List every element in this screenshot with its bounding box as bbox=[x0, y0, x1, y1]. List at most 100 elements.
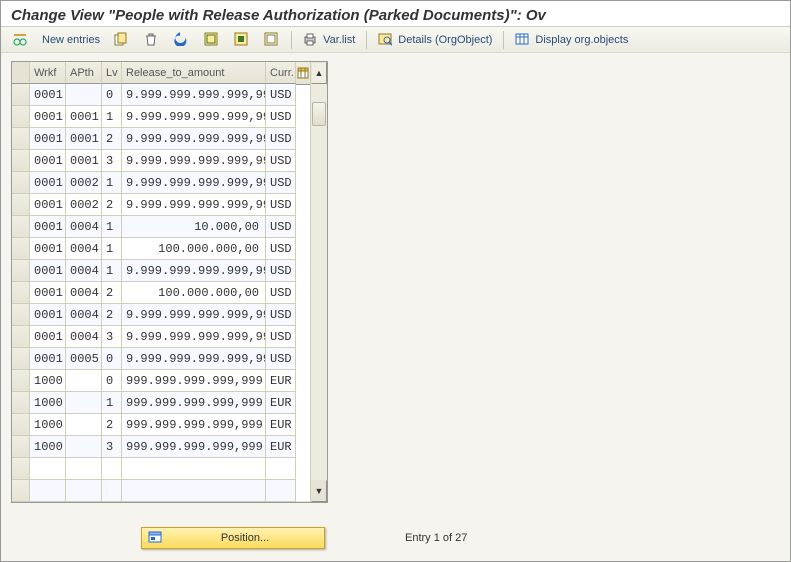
new-entries-button[interactable]: New entries bbox=[37, 28, 105, 52]
cell-wrkf[interactable]: 0001 bbox=[30, 326, 66, 348]
details-button[interactable]: Details (OrgObject) bbox=[373, 28, 497, 52]
cell-curr[interactable]: USD bbox=[266, 128, 296, 150]
table-row[interactable]: 0001000509.999.999.999.999,99USD bbox=[12, 348, 296, 370]
cell-apth[interactable] bbox=[66, 414, 102, 436]
row-selector[interactable] bbox=[12, 304, 30, 326]
scroll-up-button[interactable]: ▲ bbox=[311, 62, 327, 84]
cell-lv[interactable]: 2 bbox=[102, 282, 122, 304]
cell-apth[interactable] bbox=[66, 370, 102, 392]
cell-amount[interactable]: 9.999.999.999.999,99 bbox=[122, 260, 266, 282]
row-selector[interactable] bbox=[12, 436, 30, 458]
cell-curr[interactable]: USD bbox=[266, 216, 296, 238]
cell-apth[interactable]: 0004 bbox=[66, 304, 102, 326]
vertical-scrollbar[interactable]: ▲ ▼ bbox=[310, 62, 327, 502]
cell-wrkf[interactable]: 0001 bbox=[30, 282, 66, 304]
table-row[interactable]: 0001000419.999.999.999.999,99USD bbox=[12, 260, 296, 282]
cell-wrkf[interactable]: 0001 bbox=[30, 150, 66, 172]
cell-wrkf[interactable]: 1000 bbox=[30, 436, 66, 458]
cell-curr[interactable]: USD bbox=[266, 150, 296, 172]
cell-amount[interactable]: 9.999.999.999.999,99 bbox=[122, 348, 266, 370]
select-all-corner[interactable] bbox=[12, 62, 30, 84]
cell-wrkf[interactable]: 0001 bbox=[30, 172, 66, 194]
display-org-objects-button[interactable]: Display org.objects bbox=[510, 28, 633, 52]
cell-lv[interactable]: 1 bbox=[102, 238, 122, 260]
cell-apth[interactable]: 0001 bbox=[66, 106, 102, 128]
table-row[interactable]: 0001000219.999.999.999.999,99USD bbox=[12, 172, 296, 194]
cell-lv[interactable]: 0 bbox=[102, 370, 122, 392]
select-all-button[interactable] bbox=[199, 28, 225, 52]
cell-lv[interactable]: 1 bbox=[102, 106, 122, 128]
cell-wrkf[interactable]: 0001 bbox=[30, 348, 66, 370]
col-header-amount[interactable]: Release_to_amount bbox=[122, 62, 266, 84]
cell-curr[interactable]: EUR bbox=[266, 414, 296, 436]
cell-apth[interactable]: 0002 bbox=[66, 194, 102, 216]
cell-apth[interactable] bbox=[66, 84, 102, 106]
cell-wrkf[interactable]: 0001 bbox=[30, 194, 66, 216]
row-selector[interactable] bbox=[12, 260, 30, 282]
table-row[interactable]: 10001999.999.999.999,999EUR bbox=[12, 392, 296, 414]
scroll-down-button[interactable]: ▼ bbox=[311, 480, 327, 502]
cell-curr[interactable]: USD bbox=[266, 106, 296, 128]
cell-lv[interactable]: 1 bbox=[102, 172, 122, 194]
cell-curr[interactable]: USD bbox=[266, 282, 296, 304]
cell-apth[interactable]: 0004 bbox=[66, 260, 102, 282]
cell-apth[interactable]: 0005 bbox=[66, 348, 102, 370]
cell-amount[interactable]: 100.000.000,00 bbox=[122, 238, 266, 260]
cell-curr[interactable]: USD bbox=[266, 326, 296, 348]
table-row[interactable]: 0001000229.999.999.999.999,99USD bbox=[12, 194, 296, 216]
cell-apth[interactable]: 0002 bbox=[66, 172, 102, 194]
cell-apth[interactable]: 0004 bbox=[66, 326, 102, 348]
row-selector[interactable] bbox=[12, 348, 30, 370]
cell-apth[interactable]: 0004 bbox=[66, 238, 102, 260]
cell-amount[interactable]: 9.999.999.999.999,99 bbox=[122, 172, 266, 194]
row-selector[interactable] bbox=[12, 370, 30, 392]
table-row[interactable]: 0001000129.999.999.999.999,99USD bbox=[12, 128, 296, 150]
row-selector[interactable] bbox=[12, 172, 30, 194]
cell-lv[interactable]: 2 bbox=[102, 128, 122, 150]
table-row[interactable]: 1000 3999.999.999.999,999EUR bbox=[12, 436, 296, 458]
cell-curr[interactable]: USD bbox=[266, 238, 296, 260]
table-row[interactable]: 10002999.999.999.999,999EUR bbox=[12, 414, 296, 436]
cell-amount[interactable]: 999.999.999.999,999 bbox=[122, 414, 266, 436]
cell-apth[interactable] bbox=[66, 392, 102, 414]
table-row[interactable]: 0001000439.999.999.999.999,99USD bbox=[12, 326, 296, 348]
row-selector[interactable] bbox=[12, 216, 30, 238]
undo-button[interactable] bbox=[169, 28, 195, 52]
cell-lv[interactable]: 1 bbox=[102, 216, 122, 238]
cell-amount[interactable]: 9.999.999.999.999,99 bbox=[122, 128, 266, 150]
cell-curr[interactable]: USD bbox=[266, 304, 296, 326]
scroll-thumb[interactable] bbox=[312, 102, 326, 126]
cell-wrkf[interactable]: 1000 bbox=[30, 370, 66, 392]
cell-wrkf[interactable]: 0001 bbox=[30, 84, 66, 106]
table-row[interactable]: 0001000429.999.999.999.999,99USD bbox=[12, 304, 296, 326]
cell-amount[interactable]: 999.999.999.999,999 bbox=[122, 392, 266, 414]
cell-apth[interactable]: 0004 bbox=[66, 282, 102, 304]
deselect-all-button[interactable] bbox=[259, 28, 285, 52]
row-selector[interactable] bbox=[12, 84, 30, 106]
cell-curr[interactable]: EUR bbox=[266, 436, 296, 458]
cell-lv[interactable]: 2 bbox=[102, 304, 122, 326]
row-selector[interactable] bbox=[12, 282, 30, 304]
delete-button[interactable] bbox=[139, 28, 165, 52]
cell-lv[interactable]: 2 bbox=[102, 414, 122, 436]
table-row[interactable]: 000100041100.000.000,00USD bbox=[12, 238, 296, 260]
cell-wrkf[interactable]: 0001 bbox=[30, 304, 66, 326]
cell-amount[interactable]: 9.999.999.999.999,99 bbox=[122, 84, 266, 106]
cell-curr[interactable]: USD bbox=[266, 84, 296, 106]
cell-amount[interactable]: 9.999.999.999.999,99 bbox=[122, 304, 266, 326]
table-row[interactable]: 000100042100.000.000,00USD bbox=[12, 282, 296, 304]
cell-lv[interactable]: 3 bbox=[102, 150, 122, 172]
cell-curr[interactable]: USD bbox=[266, 260, 296, 282]
cell-lv[interactable]: 1 bbox=[102, 392, 122, 414]
cell-amount[interactable]: 999.999.999.999,999 bbox=[122, 436, 266, 458]
cell-lv[interactable]: 0 bbox=[102, 348, 122, 370]
row-selector[interactable] bbox=[12, 326, 30, 348]
cell-lv[interactable]: 3 bbox=[102, 436, 122, 458]
table-row[interactable]: 00010004110.000,00USD bbox=[12, 216, 296, 238]
table-row[interactable]: 0001000139.999.999.999.999,99USD bbox=[12, 150, 296, 172]
cell-apth[interactable]: 0004 bbox=[66, 216, 102, 238]
table-row[interactable]: 000109.999.999.999.999,99USD bbox=[12, 84, 296, 106]
cell-amount[interactable]: 100.000.000,00 bbox=[122, 282, 266, 304]
toggle-display-change-button[interactable] bbox=[7, 28, 33, 52]
position-button[interactable]: Position... bbox=[141, 527, 325, 549]
